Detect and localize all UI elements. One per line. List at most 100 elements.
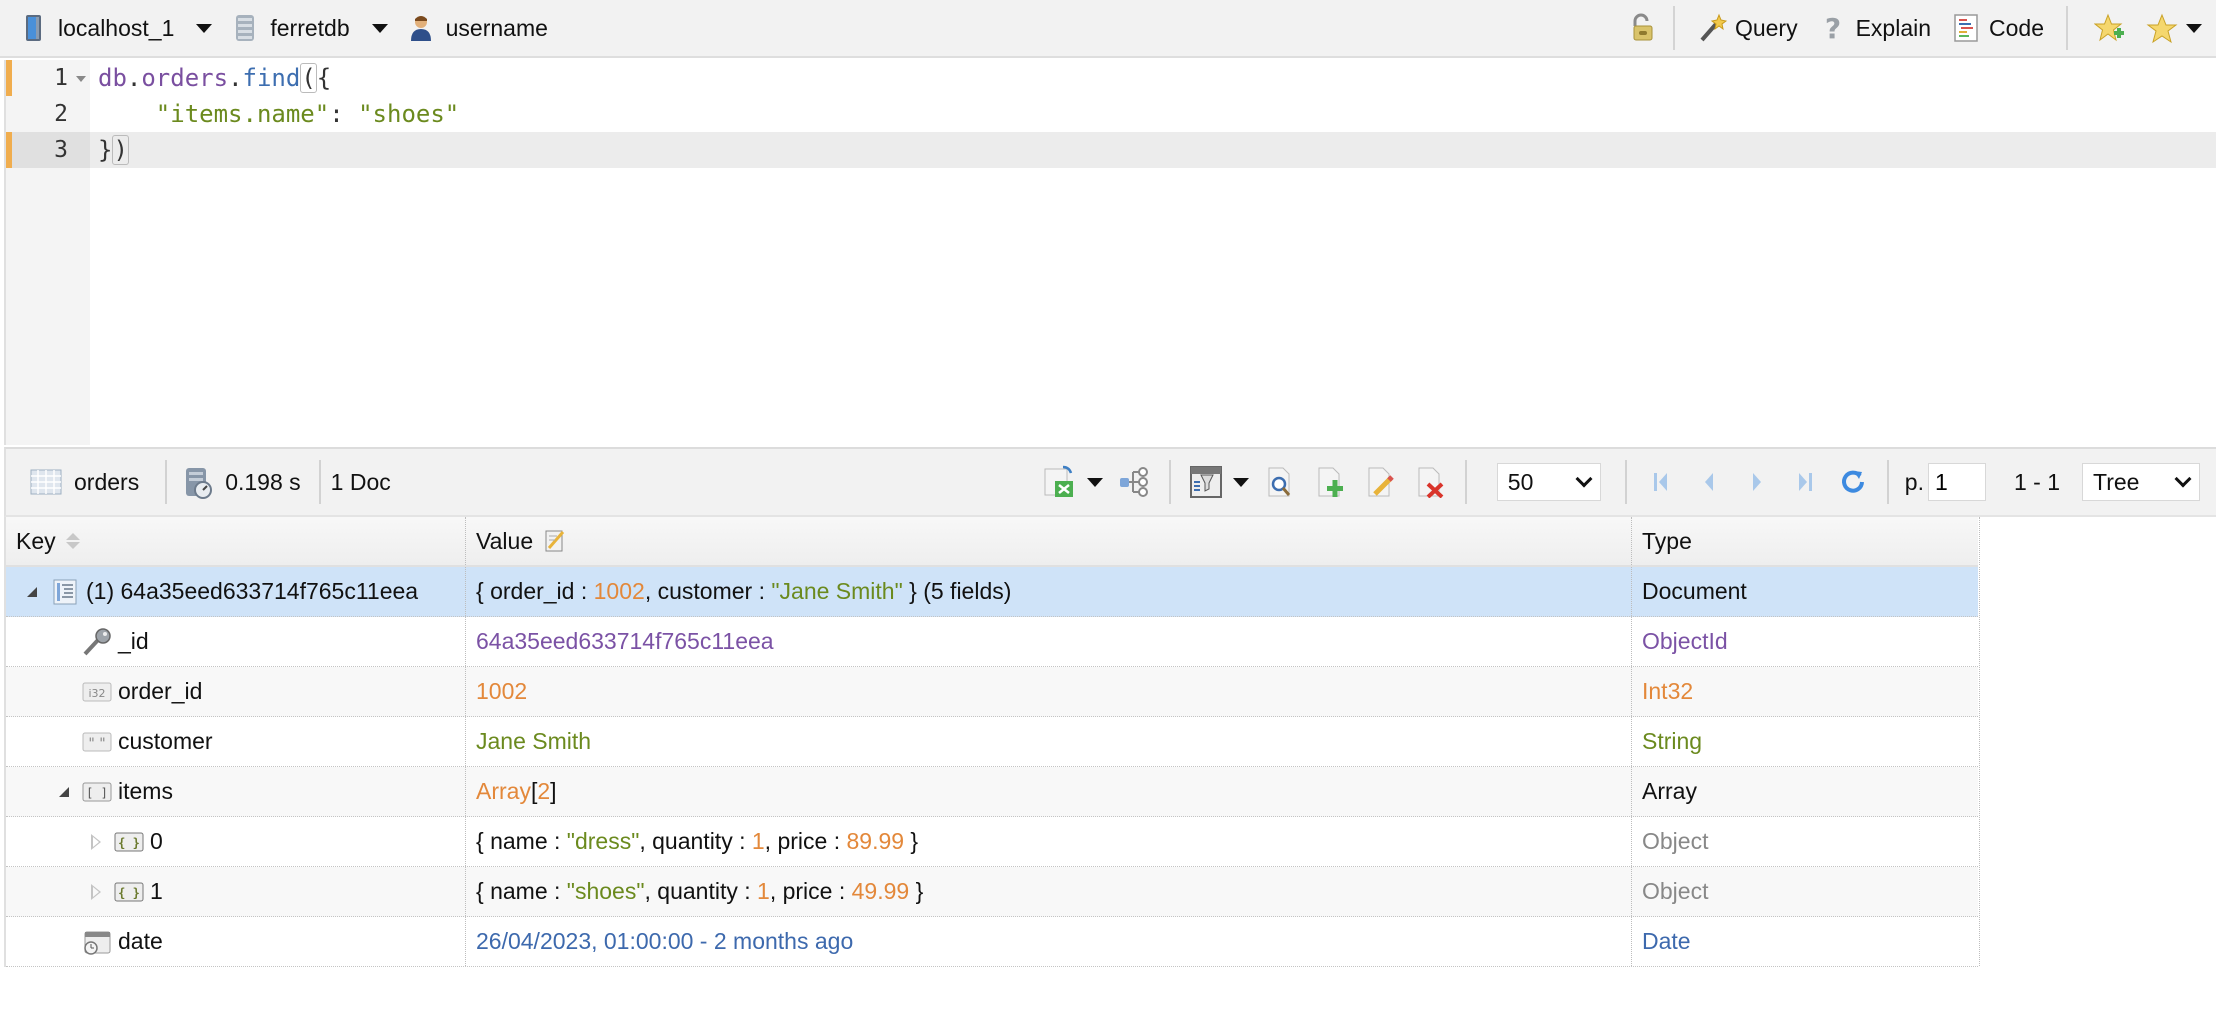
code-token: . bbox=[126, 64, 142, 92]
value-cell[interactable]: { order_id : 1002, customer : "Jane Smit… bbox=[466, 567, 1632, 616]
code-icon bbox=[1951, 13, 1981, 43]
type-cell: Object bbox=[1632, 867, 1980, 916]
tree-header: Key Value Type bbox=[6, 517, 1980, 567]
code-line[interactable]: 3}) bbox=[6, 132, 2216, 168]
value-token: 89.99 bbox=[846, 828, 905, 854]
value-token: ] bbox=[550, 778, 557, 804]
expand-toggle-icon[interactable] bbox=[86, 882, 106, 902]
value-token: 49.99 bbox=[851, 878, 910, 904]
chevron-down-icon bbox=[2174, 470, 2192, 488]
refresh-icon[interactable] bbox=[1835, 464, 1871, 500]
value-cell[interactable]: 26/04/2023, 01:00:00 - 2 months ago bbox=[466, 917, 1632, 966]
results-tree-table: Key Value Type (1) 64a35eed633714f765c11… bbox=[4, 517, 1980, 967]
sort-icon[interactable] bbox=[65, 533, 80, 549]
tree-row[interactable]: date 26/04/2023, 01:00:00 - 2 months ago D… bbox=[6, 917, 1980, 967]
value-token: 1002 bbox=[593, 578, 645, 604]
collapse-toggle-icon[interactable] bbox=[54, 782, 74, 802]
schema-tree-icon[interactable] bbox=[1116, 464, 1152, 500]
column-header-value[interactable]: Value bbox=[466, 517, 1632, 565]
type-cell: Date bbox=[1632, 917, 1980, 966]
toolbar-divider bbox=[318, 460, 321, 504]
previous-page-icon[interactable] bbox=[1691, 464, 1727, 500]
collapse-toggle-icon[interactable] bbox=[22, 582, 42, 602]
toolbar-divider bbox=[1624, 460, 1627, 504]
expand-toggle-icon[interactable] bbox=[86, 832, 106, 852]
page-size-select[interactable]: 50 bbox=[1496, 463, 1601, 501]
value-cell[interactable]: { name : "shoes", quantity : 1, price : … bbox=[466, 867, 1632, 916]
explain-button[interactable]: ? Explain bbox=[1818, 12, 1931, 45]
filter-icon[interactable] bbox=[1188, 464, 1224, 500]
query-duration: 0.198 s bbox=[225, 468, 301, 495]
favorites-dropdown[interactable] bbox=[2186, 23, 2202, 33]
export-dropdown[interactable] bbox=[1086, 477, 1103, 487]
column-header-type[interactable]: Type bbox=[1632, 517, 1980, 565]
code-button[interactable]: Code bbox=[1951, 13, 2044, 43]
toolbar-divider bbox=[1464, 460, 1467, 504]
add-favorite-icon[interactable] bbox=[2093, 13, 2124, 43]
value-token: 1002 bbox=[476, 678, 528, 704]
code-token: { bbox=[316, 64, 332, 92]
favorites-icon[interactable] bbox=[2146, 13, 2178, 44]
value-cell[interactable]: { name : "dress", quantity : 1, price : … bbox=[466, 817, 1632, 866]
username-label: username bbox=[445, 14, 548, 41]
type-cell: Object bbox=[1632, 817, 1980, 866]
tree-row[interactable]: [ ] items Array[2] Array bbox=[6, 767, 1980, 817]
tree-row[interactable]: { } 0 { name : "dress", quantity : 1, pric… bbox=[6, 817, 1980, 867]
view-document-icon[interactable] bbox=[1262, 464, 1298, 500]
value-token: } bbox=[904, 828, 919, 854]
tree-row[interactable]: { } 1{ name : "shoes", quantity : 1, pric… bbox=[6, 867, 1980, 917]
code-line[interactable]: 2 "items.name": "shoes" bbox=[6, 96, 2216, 132]
database-label: ferretdb bbox=[270, 14, 350, 41]
query-editor[interactable]: 1 db.orders.find({2 "items.name": "shoes"… bbox=[4, 60, 2216, 445]
key-label: customer bbox=[118, 728, 213, 754]
line-number: 3 bbox=[6, 132, 90, 168]
connection-selector[interactable]: localhost_1 bbox=[18, 13, 213, 43]
code-token: ) bbox=[112, 135, 129, 165]
add-document-icon[interactable] bbox=[1312, 464, 1348, 500]
tree-row[interactable]: " " customer Jane Smith String bbox=[6, 717, 1980, 767]
value-token: "dress" bbox=[566, 828, 640, 854]
code-text: }) bbox=[98, 132, 129, 168]
edit-note-icon[interactable] bbox=[543, 528, 567, 554]
value-cell[interactable]: 64a35eed633714f765c11eea bbox=[466, 617, 1632, 666]
value-token: , customer : bbox=[644, 578, 772, 604]
array-icon: [ ] bbox=[82, 779, 112, 805]
type-cell: Int32 bbox=[1632, 667, 1980, 716]
chevron-down-icon[interactable] bbox=[371, 23, 388, 33]
type-cell: String bbox=[1632, 717, 1980, 766]
fold-toggle-icon[interactable] bbox=[76, 76, 86, 82]
type-cell: Document bbox=[1632, 567, 1980, 616]
value-token: , price : bbox=[769, 878, 852, 904]
edit-document-icon[interactable] bbox=[1362, 464, 1398, 500]
first-page-icon[interactable] bbox=[1643, 464, 1679, 500]
value-token: 2 bbox=[537, 778, 551, 804]
last-page-icon[interactable] bbox=[1787, 464, 1823, 500]
tree-row[interactable]: _id 64a35eed633714f765c11eea ObjectId bbox=[6, 617, 1980, 667]
value-cell[interactable]: 1002 bbox=[466, 667, 1632, 716]
column-header-key[interactable]: Key bbox=[6, 517, 466, 565]
delete-document-icon[interactable] bbox=[1412, 464, 1448, 500]
code-token: db bbox=[98, 64, 127, 92]
key-label: 1 bbox=[150, 878, 163, 904]
database-selector[interactable]: ferretdb bbox=[230, 13, 388, 43]
value-cell[interactable]: Jane Smith bbox=[466, 717, 1632, 766]
tree-row[interactable]: i32 order_id 1002 Int32 bbox=[6, 667, 1980, 717]
code-line[interactable]: 1 db.orders.find({ bbox=[6, 60, 2216, 96]
next-page-icon[interactable] bbox=[1739, 464, 1775, 500]
code-lines[interactable]: 1 db.orders.find({2 "items.name": "shoes"… bbox=[6, 60, 2216, 168]
document-icon bbox=[50, 579, 80, 605]
value-token: { name : bbox=[476, 828, 567, 854]
page-number-input[interactable] bbox=[1927, 463, 1986, 501]
code-token: find bbox=[242, 64, 301, 92]
chevron-down-icon[interactable] bbox=[196, 23, 213, 33]
export-excel-icon[interactable] bbox=[1042, 464, 1078, 500]
filter-dropdown[interactable] bbox=[1232, 477, 1249, 487]
tree-row[interactable]: (1) 64a35eed633714f765c11eea { order_id :… bbox=[6, 567, 1980, 617]
key-cell: " " customer bbox=[6, 717, 466, 766]
query-button[interactable]: Query bbox=[1697, 13, 1798, 43]
lock-icon[interactable] bbox=[1627, 13, 1657, 43]
view-mode-select[interactable]: Tree bbox=[2082, 463, 2200, 501]
value-token: , price : bbox=[764, 828, 847, 854]
value-cell[interactable]: Array[2] bbox=[466, 767, 1632, 816]
